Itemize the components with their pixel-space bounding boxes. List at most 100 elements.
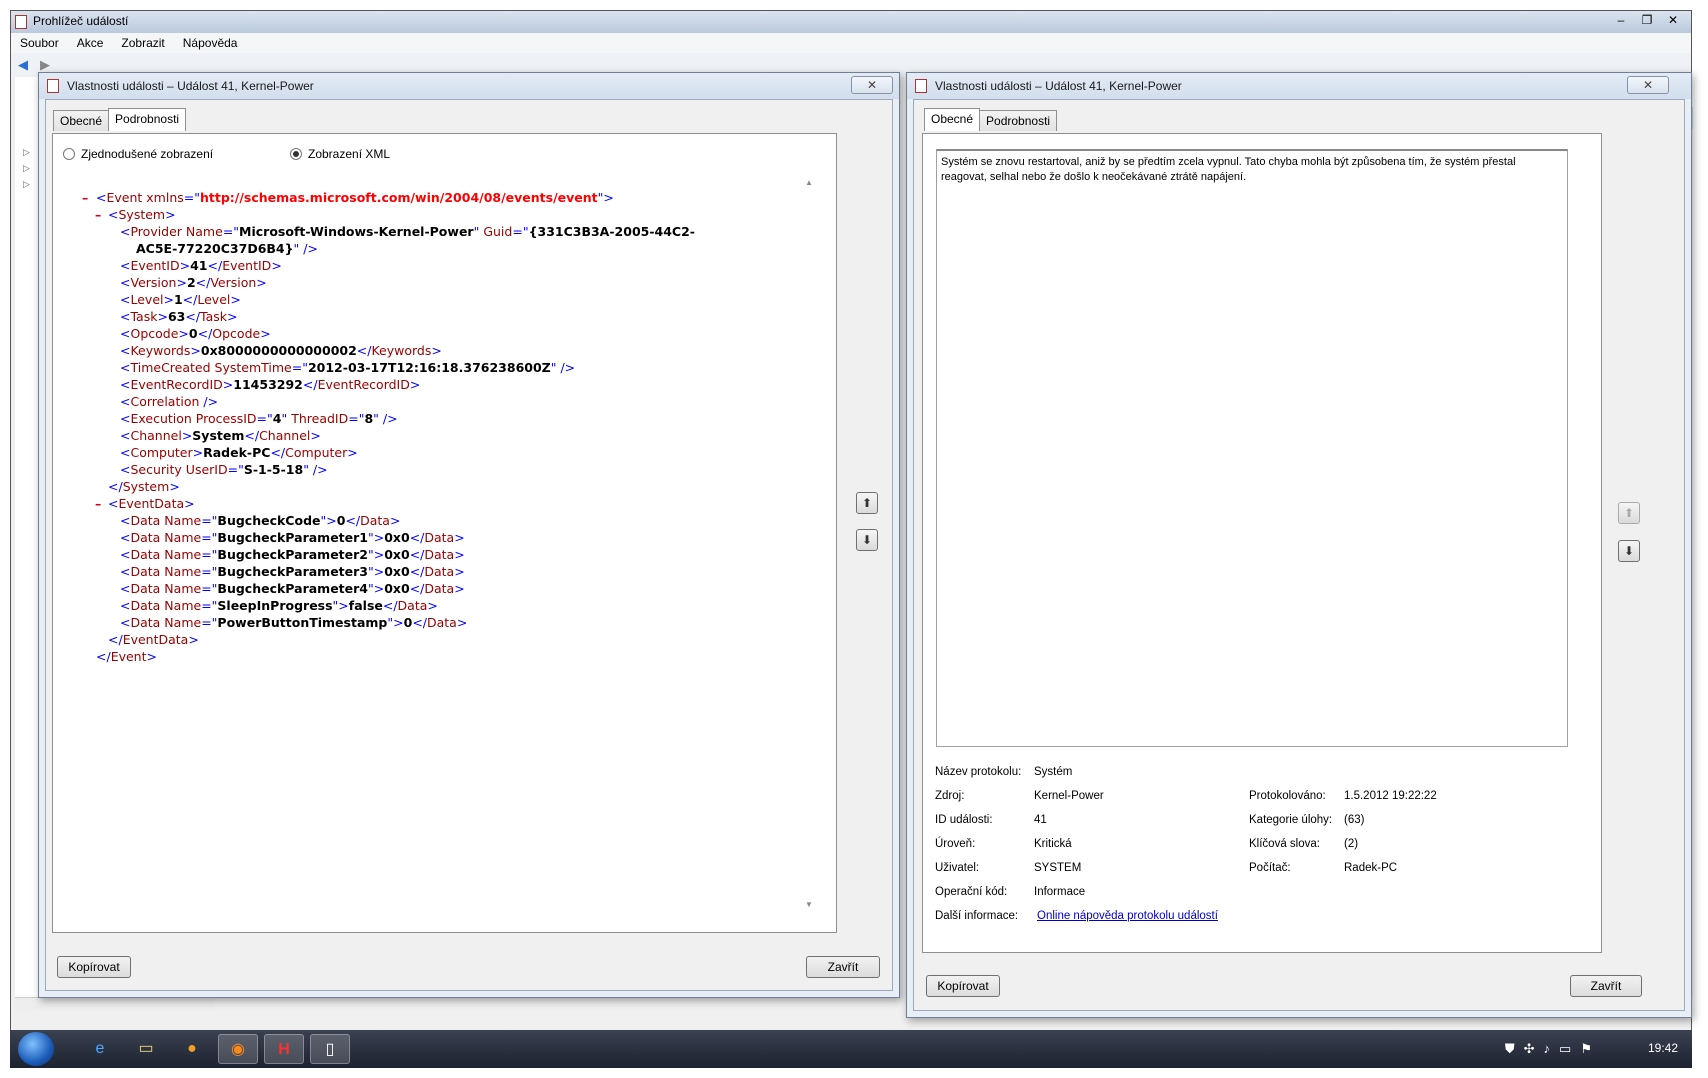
arrow-up-icon: ⬆ <box>1623 506 1635 520</box>
xml-data-row: <Data Name="SleepInProgress">false</Data… <box>120 598 438 613</box>
arrow-up-icon: ⬆ <box>861 496 873 510</box>
arrow-down-icon: ⬇ <box>1623 544 1635 558</box>
computer-label: Počítač: <box>1249 862 1291 874</box>
tab-details[interactable]: Podrobnosti <box>108 108 187 131</box>
shield-icon[interactable]: ⛊ <box>1505 1041 1515 1057</box>
radio-button[interactable] <box>63 148 75 160</box>
opcode-label: Operační kód: <box>935 886 1008 898</box>
opcode-value: Informace <box>1034 886 1086 898</box>
copy-button[interactable]: Kopírovat <box>926 975 1000 997</box>
event-viewer-taskbar-icon[interactable]: ▯ <box>310 1034 350 1064</box>
close-button[interactable]: Zavřít <box>806 956 880 978</box>
app-h-icon[interactable]: H <box>264 1034 304 1064</box>
dialog-title-bar[interactable]: Vlastnosti události – Událost 41, Kernel… <box>907 73 1691 99</box>
copy-button[interactable]: Kopírovat <box>57 956 131 978</box>
collapse-marker[interactable]: – <box>95 496 101 511</box>
collapse-marker[interactable]: – <box>82 190 88 205</box>
keywords-value: (2) <box>1344 838 1359 850</box>
event-id-value: 41 <box>1034 814 1047 826</box>
display-icon[interactable]: ▭ <box>1559 1041 1571 1057</box>
previous-event-button[interactable]: ⬆ <box>856 492 878 514</box>
dialog-title-bar[interactable]: Vlastnosti události – Událost 41, Kernel… <box>39 73 899 99</box>
event-icon <box>915 79 927 93</box>
xml-system-close: </System> <box>108 479 180 494</box>
menu-napoveda[interactable]: Nápověda <box>174 33 247 53</box>
next-event-button[interactable]: ⬇ <box>856 529 878 551</box>
xml-provider-cont: AC5E-77220C37D6B4}" /> <box>136 241 318 256</box>
close-icon[interactable]: ✕ <box>1661 12 1685 29</box>
dialog-title: Vlastnosti události – Událost 41, Kernel… <box>67 79 314 93</box>
start-button[interactable] <box>18 1032 54 1066</box>
xml-event-close: </Event> <box>96 649 157 664</box>
network-icon[interactable]: ✣ <box>1524 1041 1535 1057</box>
scroll-down-icon[interactable]: ▼ <box>805 900 813 909</box>
xml-level: <Level>1</Level> <box>120 292 241 307</box>
xml-provider: <Provider Name="Microsoft-Windows-Kernel… <box>120 224 695 239</box>
firefox-icon[interactable]: ◉ <box>218 1034 258 1064</box>
close-button[interactable]: Zavřít <box>1570 975 1642 997</box>
minimize-icon[interactable]: – <box>1609 12 1633 29</box>
user-value: SYSTEM <box>1034 862 1082 874</box>
system-tray: ⛊ ✣ ♪ ▭ ⚑ <box>1505 1041 1592 1057</box>
tab-general[interactable]: Obecné <box>924 108 981 131</box>
computer-value: Radek-PC <box>1344 862 1398 874</box>
xml-vertical-scrollbar[interactable]: ▲ ▼ <box>803 174 817 914</box>
clock[interactable]: 19:42 <box>1648 1041 1678 1055</box>
horizontal-scrollbar[interactable] <box>15 997 215 1011</box>
radio-button-selected[interactable] <box>290 148 302 160</box>
dialog-close-button[interactable]: ✕ <box>851 76 893 94</box>
forward-arrow-icon[interactable]: ▶ <box>37 57 53 73</box>
navigation-tree: ▷ ▷ ▷ <box>15 77 39 997</box>
main-title-bar[interactable]: Prohlížeč událostí – ❐ ✕ <box>11 11 1691 33</box>
xml-data-row: <Data Name="PowerButtonTimestamp">0</Dat… <box>120 615 468 630</box>
event-id-label: ID události: <box>935 814 993 826</box>
more-info-label: Další informace: <box>935 910 1019 922</box>
menu-akce[interactable]: Akce <box>68 33 113 53</box>
online-help-link[interactable]: Online nápověda protokolu událostí <box>1037 910 1218 922</box>
back-arrow-icon[interactable]: ◀ <box>15 57 31 73</box>
taskbar: e ▭ ● ◉ H ▯ ⛊ ✣ ♪ ▭ ⚑ 19:42 <box>10 1030 1692 1068</box>
xml-timecreated: <TimeCreated SystemTime="2012-03-17T12:1… <box>120 360 576 375</box>
level-value: Kritická <box>1034 838 1072 850</box>
previous-event-button[interactable]: ⬆ <box>1618 502 1640 524</box>
flag-icon[interactable]: ⚑ <box>1580 1041 1592 1057</box>
tab-details[interactable]: Podrobnosti <box>979 110 1058 131</box>
xml-security: <Security UserID="S-1-5-18" /> <box>120 462 328 477</box>
menu-soubor[interactable]: Soubor <box>11 33 68 53</box>
next-event-button[interactable]: ⬇ <box>1618 540 1640 562</box>
xml-data-row: <Data Name="BugcheckParameter4">0x0</Dat… <box>120 581 465 596</box>
expand-icon[interactable]: ▷ <box>23 179 30 190</box>
xml-execution: <Execution ProcessID="4" ThreadID="8" /> <box>120 411 398 426</box>
dialog-close-button[interactable]: ✕ <box>1627 76 1669 94</box>
user-label: Uživatel: <box>935 862 980 874</box>
xml-channel: <Channel>System</Channel> <box>120 428 321 443</box>
expand-icon[interactable]: ▷ <box>23 163 30 174</box>
menu-zobrazit[interactable]: Zobrazit <box>112 33 173 53</box>
radio-xml-label: Zobrazení XML <box>308 147 391 161</box>
xml-data-row: <Data Name="BugcheckParameter1">0x0</Dat… <box>120 530 465 545</box>
radio-simple-view[interactable]: Zjednodušené zobrazení <box>63 147 213 161</box>
logged-label: Protokolováno: <box>1249 790 1326 802</box>
expand-icon[interactable]: ▷ <box>23 147 30 158</box>
right-tabs: Obecné Podrobnosti <box>924 108 1058 131</box>
xml-data-row: <Data Name="BugcheckParameter3">0x0</Dat… <box>120 564 465 579</box>
tab-general[interactable]: Obecné <box>53 110 110 131</box>
internet-explorer-icon[interactable]: e <box>80 1034 120 1064</box>
xml-keywords: <Keywords>0x8000000000000002</Keywords> <box>120 343 442 358</box>
scroll-up-icon[interactable]: ▲ <box>805 178 813 187</box>
log-name-value: Systém <box>1034 766 1073 778</box>
xml-correlation: <Correlation /> <box>120 394 219 409</box>
task-category-value: (63) <box>1344 814 1365 826</box>
maximize-icon[interactable]: ❐ <box>1635 12 1659 29</box>
collapse-marker[interactable]: – <box>95 207 101 222</box>
folder-icon[interactable]: ▭ <box>126 1034 166 1064</box>
task-category-label: Kategorie úlohy: <box>1249 814 1333 826</box>
xml-version: <Version>2</Version> <box>120 275 267 290</box>
xml-view: – <Event xmlns="http://schemas.microsoft… <box>72 174 808 914</box>
volume-icon[interactable]: ♪ <box>1544 1041 1551 1057</box>
event-icon <box>47 79 59 93</box>
xml-data-row: <Data Name="BugcheckCode">0</Data> <box>120 513 401 528</box>
radio-xml-view[interactable]: Zobrazení XML <box>290 147 390 161</box>
media-player-icon[interactable]: ● <box>172 1034 212 1064</box>
xml-task: <Task>63</Task> <box>120 309 238 324</box>
